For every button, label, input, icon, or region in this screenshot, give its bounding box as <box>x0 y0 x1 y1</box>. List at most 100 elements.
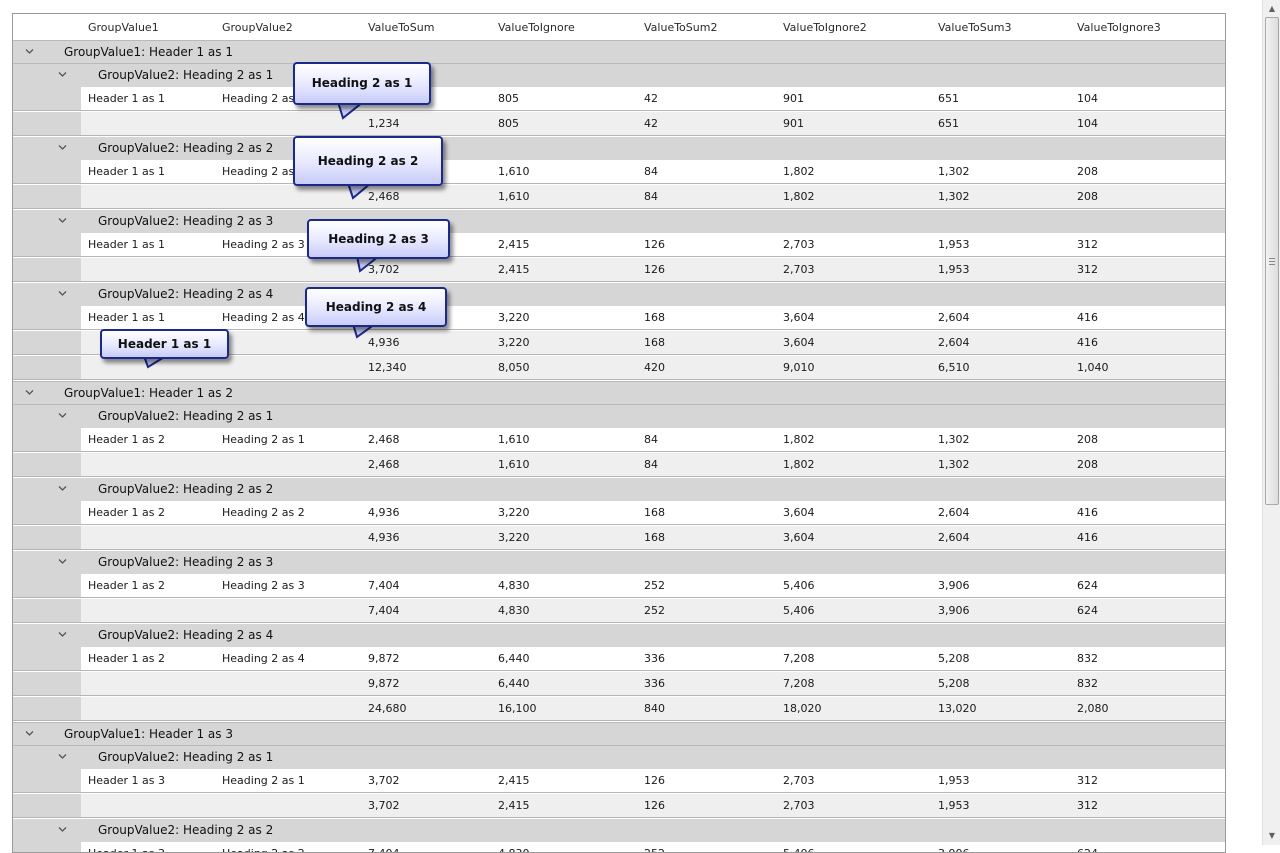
cell-valuetosum: 12,340 <box>368 361 407 374</box>
cell-valuetoignore2: 1,802 <box>783 190 815 203</box>
group2-header-row[interactable]: GroupValue2: Heading 2 as 1 <box>13 64 1225 87</box>
cell-valueToignore3: 2,080 <box>1077 702 1109 715</box>
group1-header-row[interactable]: GroupValue1: Header 1 as 3 <box>13 722 1225 746</box>
scroll-up-arrow-icon[interactable]: ▲ <box>1264 0 1280 17</box>
callout-text: Header 1 as 1 <box>100 329 229 359</box>
cell-valuetoignore: 1,610 <box>498 458 530 471</box>
cell-valuetoignore: 3,220 <box>498 531 530 544</box>
chevron-down-icon[interactable] <box>58 143 67 152</box>
row-indent <box>13 428 81 451</box>
cell-valuetoignore2: 2,703 <box>783 799 815 812</box>
cell-valuetoignore: 1,610 <box>498 165 530 178</box>
group1-header-row[interactable]: GroupValue1: Header 1 as 1 <box>13 40 1225 64</box>
cell-valuetoignore2: 1,802 <box>783 165 815 178</box>
chevron-down-icon[interactable] <box>58 70 67 79</box>
data-row[interactable]: Header 1 as 3 Heading 2 as 1 3,702 2,415 126… <box>13 769 1225 793</box>
callout-tooltip: Heading 2 as 4 <box>305 287 447 342</box>
group2-header-row[interactable]: GroupValue2: Heading 2 as 2 <box>13 478 1225 501</box>
cell-valuetoignore2: 1,802 <box>783 433 815 446</box>
group2-header-row[interactable]: GroupValue2: Heading 2 as 3 <box>13 210 1225 233</box>
cell-groupvalue1: Header 1 as 2 <box>88 579 166 592</box>
data-row[interactable]: Header 1 as 2 Heading 2 as 1 2,468 1,610 84 1… <box>13 428 1225 452</box>
cell-groupvalue1: Header 1 as 1 <box>88 165 166 178</box>
cell-valuetoignore: 805 <box>498 92 519 105</box>
group2-header-row[interactable]: GroupValue2: Heading 2 as 2 <box>13 819 1225 842</box>
group2-header-row[interactable]: GroupValue2: Heading 2 as 1 <box>13 746 1225 769</box>
cell-valueToignore3: 624 <box>1077 847 1098 852</box>
cell-valuetosum3: 651 <box>938 117 959 130</box>
column-header-groupvalue2[interactable]: GroupValue2 <box>222 21 293 34</box>
cell-valuetosum3: 651 <box>938 92 959 105</box>
cell-valuetoignore2: 2,703 <box>783 263 815 276</box>
column-header-valuetosum2[interactable]: ValueToSum2 <box>644 21 717 34</box>
chevron-down-icon[interactable] <box>58 752 67 761</box>
cell-valuetoignore2: 3,604 <box>783 531 815 544</box>
row-indent <box>13 453 81 476</box>
group2-header-row[interactable]: GroupValue2: Heading 2 as 2 <box>13 137 1225 160</box>
cell-groupvalue2: Heading 2 as 4 <box>222 652 305 665</box>
scroll-down-arrow-icon[interactable]: ▼ <box>1264 827 1280 844</box>
cell-valuetosum3: 1,953 <box>938 774 970 787</box>
column-header-valuetoignore[interactable]: ValueToIgnore <box>498 21 575 34</box>
group1-label: GroupValue1: Header 1 as 3 <box>64 727 233 741</box>
cell-valuetosum2: 336 <box>644 677 665 690</box>
column-header-valuetosum3[interactable]: ValueToSum3 <box>938 21 1011 34</box>
chevron-down-icon[interactable] <box>58 630 67 639</box>
data-row[interactable]: Header 1 as 1 Heading 2 as 1,610 84 1,802 1,3… <box>13 160 1225 184</box>
column-header-groupvalue1[interactable]: GroupValue1 <box>88 21 159 34</box>
cell-groupvalue1: Header 1 as 1 <box>88 92 166 105</box>
cell-groupvalue2: Heading 2 as 3 <box>222 579 305 592</box>
column-header-valueToignore3[interactable]: ValueToIgnore3 <box>1077 21 1161 34</box>
data-row[interactable]: Header 1 as 2 Heading 2 as 3 7,404 4,830 252… <box>13 574 1225 598</box>
chevron-down-icon[interactable] <box>58 484 67 493</box>
cell-groupvalue2: Heading 2 as 2 <box>222 506 305 519</box>
chevron-down-icon[interactable] <box>58 411 67 420</box>
data-row[interactable]: Header 1 as 1 Heading 2 as 4 3,220 168 3,604… <box>13 306 1225 330</box>
cell-valueToignore3: 312 <box>1077 774 1098 787</box>
chevron-down-icon[interactable] <box>25 388 34 397</box>
vertical-scrollbar[interactable]: ▲ ▼ <box>1262 0 1280 845</box>
cell-valuetosum3: 2,604 <box>938 311 970 324</box>
cell-valuetoignore: 1,610 <box>498 433 530 446</box>
cell-groupvalue1: Header 1 as 1 <box>88 238 166 251</box>
chevron-down-icon[interactable] <box>25 47 34 56</box>
chevron-down-icon[interactable] <box>58 825 67 834</box>
cell-valuetosum3: 13,020 <box>938 702 977 715</box>
cell-valuetosum3: 5,208 <box>938 652 970 665</box>
cell-valuetoignore: 4,830 <box>498 579 530 592</box>
data-row[interactable]: Header 1 as 2 Heading 2 as 4 9,872 6,440 336… <box>13 647 1225 671</box>
data-row[interactable]: Header 1 as 3 Heading 2 as 2 7,404 4,830 252… <box>13 842 1225 852</box>
scroll-thumb[interactable] <box>1265 17 1279 505</box>
cell-valuetosum3: 1,302 <box>938 165 970 178</box>
chevron-down-icon[interactable] <box>58 216 67 225</box>
group2-header-row[interactable]: GroupValue2: Heading 2 as 3 <box>13 551 1225 574</box>
row-indent <box>13 672 81 695</box>
cell-valuetosum2: 126 <box>644 263 665 276</box>
data-row[interactable]: Header 1 as 2 Heading 2 as 2 4,936 3,220 168… <box>13 501 1225 525</box>
group2-header-row[interactable]: GroupValue2: Heading 2 as 4 <box>13 283 1225 306</box>
cell-valuetoignore: 3,220 <box>498 311 530 324</box>
cell-valuetosum3: 1,302 <box>938 458 970 471</box>
group1-header-row[interactable]: GroupValue1: Header 1 as 2 <box>13 381 1225 405</box>
data-row[interactable]: Header 1 as 1 Heading 2 as 805 42 901 651 104 <box>13 87 1225 111</box>
cell-valuetoignore2: 901 <box>783 92 804 105</box>
cell-groupvalue1: Header 1 as 2 <box>88 652 166 665</box>
group2-header-row[interactable]: GroupValue2: Heading 2 as 1 <box>13 405 1225 428</box>
chevron-down-icon[interactable] <box>58 557 67 566</box>
cell-valuetosum3: 3,906 <box>938 579 970 592</box>
data-row[interactable]: Header 1 as 1 Heading 2 as 3 2,415 126 2,703… <box>13 233 1225 257</box>
cell-valuetoignore2: 3,604 <box>783 311 815 324</box>
column-header-valuetosum[interactable]: ValueToSum <box>368 21 434 34</box>
callout-text: Heading 2 as 1 <box>293 62 431 105</box>
cell-valuetosum2: 84 <box>644 190 658 203</box>
chevron-down-icon[interactable] <box>58 289 67 298</box>
row-indent <box>13 258 81 281</box>
cell-groupvalue2: Heading 2 as 3 <box>222 238 305 251</box>
cell-groupvalue1: Header 1 as 1 <box>88 311 166 324</box>
subtotal-row: 1,234 805 42 901 651 104 <box>13 112 1225 136</box>
group-total-row: 24,680 16,100 840 18,020 13,020 2,080 <box>13 697 1225 721</box>
chevron-down-icon[interactable] <box>25 729 34 738</box>
cell-valuetosum2: 336 <box>644 652 665 665</box>
group2-header-row[interactable]: GroupValue2: Heading 2 as 4 <box>13 624 1225 647</box>
column-header-valuetoignore2[interactable]: ValueToIgnore2 <box>783 21 867 34</box>
